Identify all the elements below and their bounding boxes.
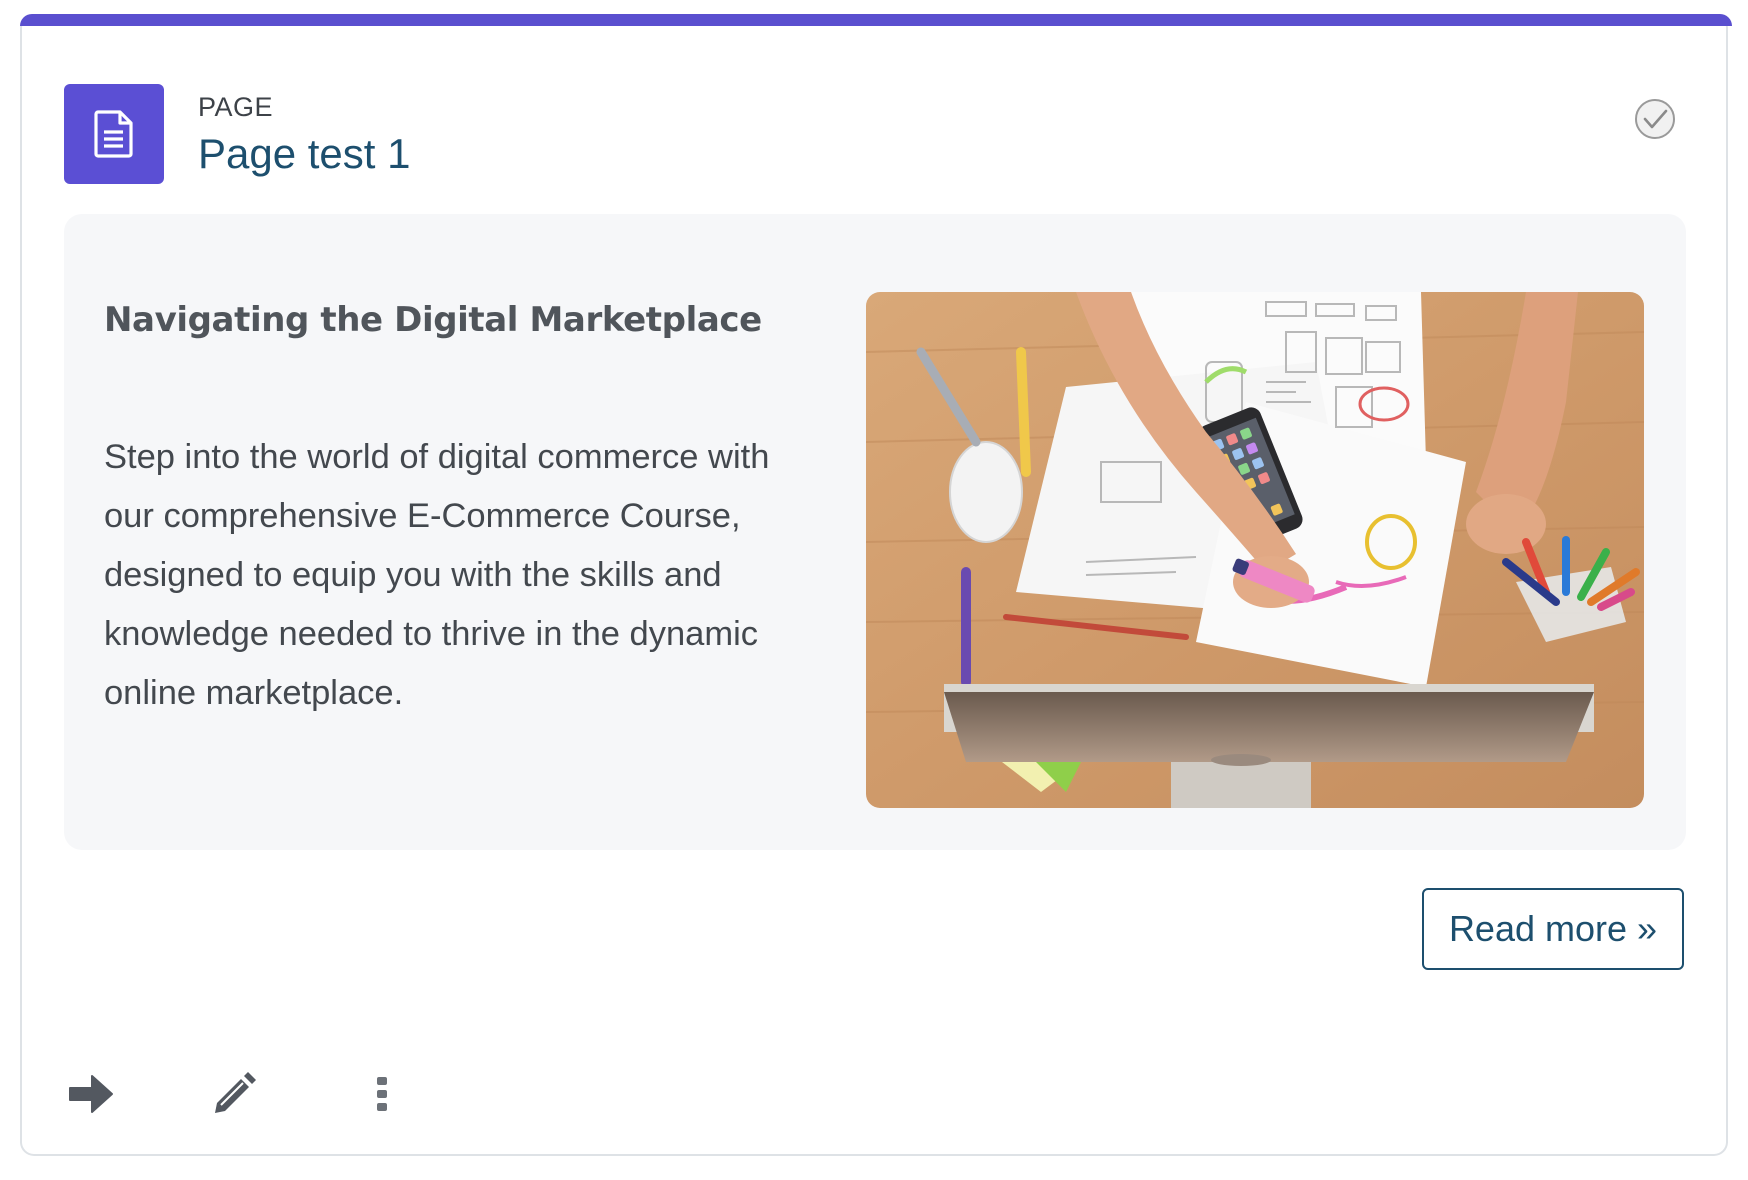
read-more-button[interactable]: Read more » [1422,888,1684,970]
page-content-preview: Navigating the Digital Marketplace Step … [64,214,1686,850]
kebab-menu-icon[interactable] [352,1064,412,1124]
workspace-desk-photo [866,292,1644,808]
activity-type-label: PAGE [198,92,274,122]
pencil-icon[interactable] [204,1064,264,1124]
page-document-icon [64,84,164,184]
content-description: Step into the world of digital commerce … [104,438,770,712]
activity-title-link[interactable]: Page test 1 [198,130,410,178]
content-heading: Navigating the Digital Marketplace [104,300,762,340]
card-accent-bar [20,14,1732,26]
check-circle-icon[interactable] [1634,98,1676,140]
arrow-right-icon[interactable] [60,1064,120,1124]
activity-card: PAGE Page test 1 Navigating the Digital … [20,14,1732,1156]
